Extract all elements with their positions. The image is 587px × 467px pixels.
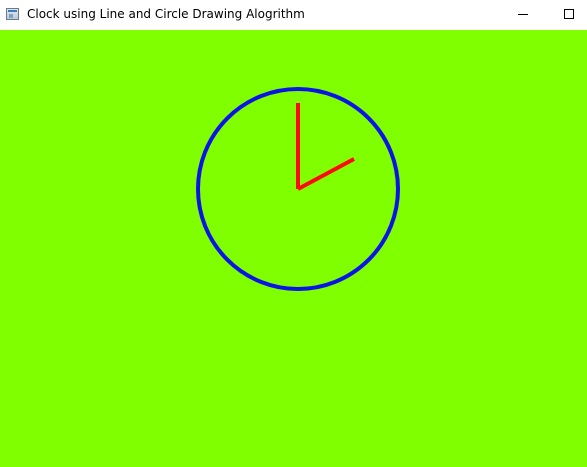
canvas-background (0, 30, 587, 467)
minimize-button[interactable] (500, 0, 546, 30)
maximize-button[interactable] (546, 0, 587, 30)
window-title: Clock using Line and Circle Drawing Alog… (27, 7, 305, 21)
title-bar[interactable]: Clock using Line and Circle Drawing Alog… (0, 0, 587, 30)
app-window: Clock using Line and Circle Drawing Alog… (0, 0, 587, 467)
drawing-canvas (0, 30, 587, 467)
application-icon[interactable] (6, 8, 19, 20)
maximize-icon (564, 9, 574, 19)
minimize-icon (518, 14, 528, 15)
